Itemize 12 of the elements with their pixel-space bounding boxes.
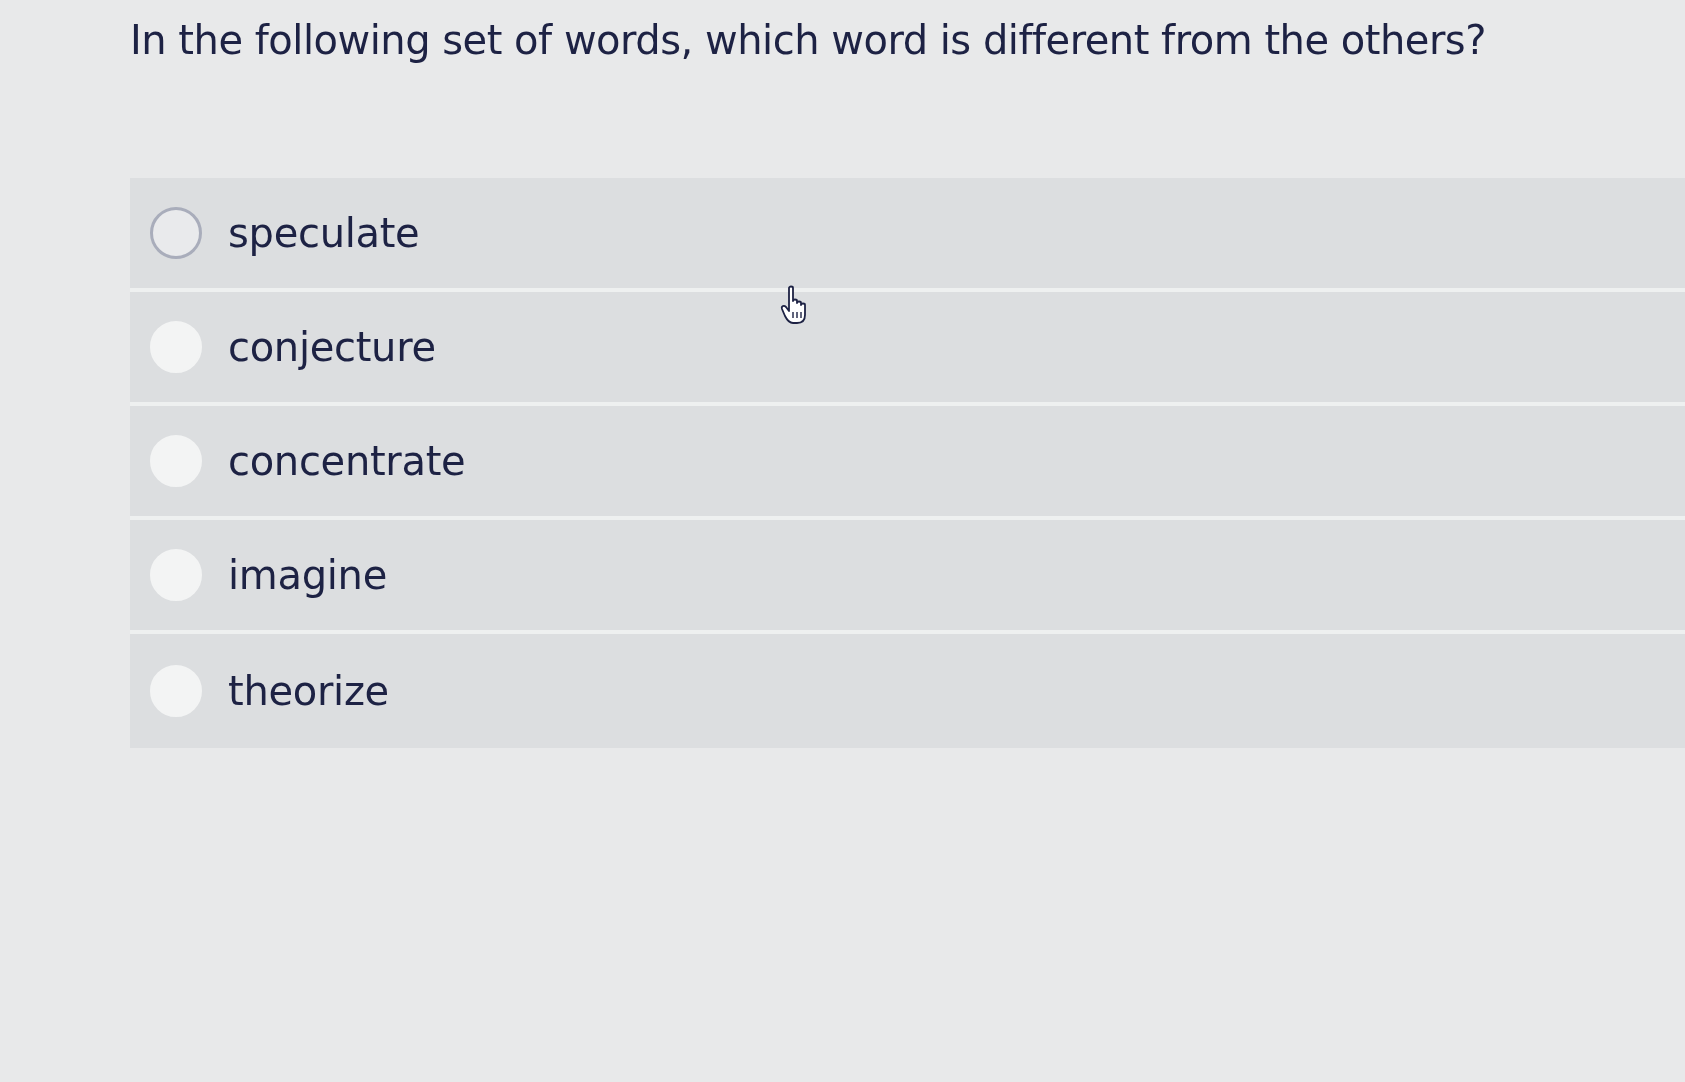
- radio-button[interactable]: [150, 207, 202, 259]
- option-label: concentrate: [228, 437, 466, 486]
- option-label: conjecture: [228, 323, 436, 372]
- answer-option[interactable]: speculate: [130, 178, 1685, 292]
- question-text: In the following set of words, which word is different from the others?: [130, 16, 1487, 65]
- answer-option[interactable]: theorize: [130, 634, 1685, 748]
- option-label: imagine: [228, 551, 387, 600]
- answer-option[interactable]: conjecture: [130, 292, 1685, 406]
- answer-option[interactable]: concentrate: [130, 406, 1685, 520]
- answer-option[interactable]: imagine: [130, 520, 1685, 634]
- option-label: theorize: [228, 667, 389, 716]
- option-label: speculate: [228, 209, 420, 258]
